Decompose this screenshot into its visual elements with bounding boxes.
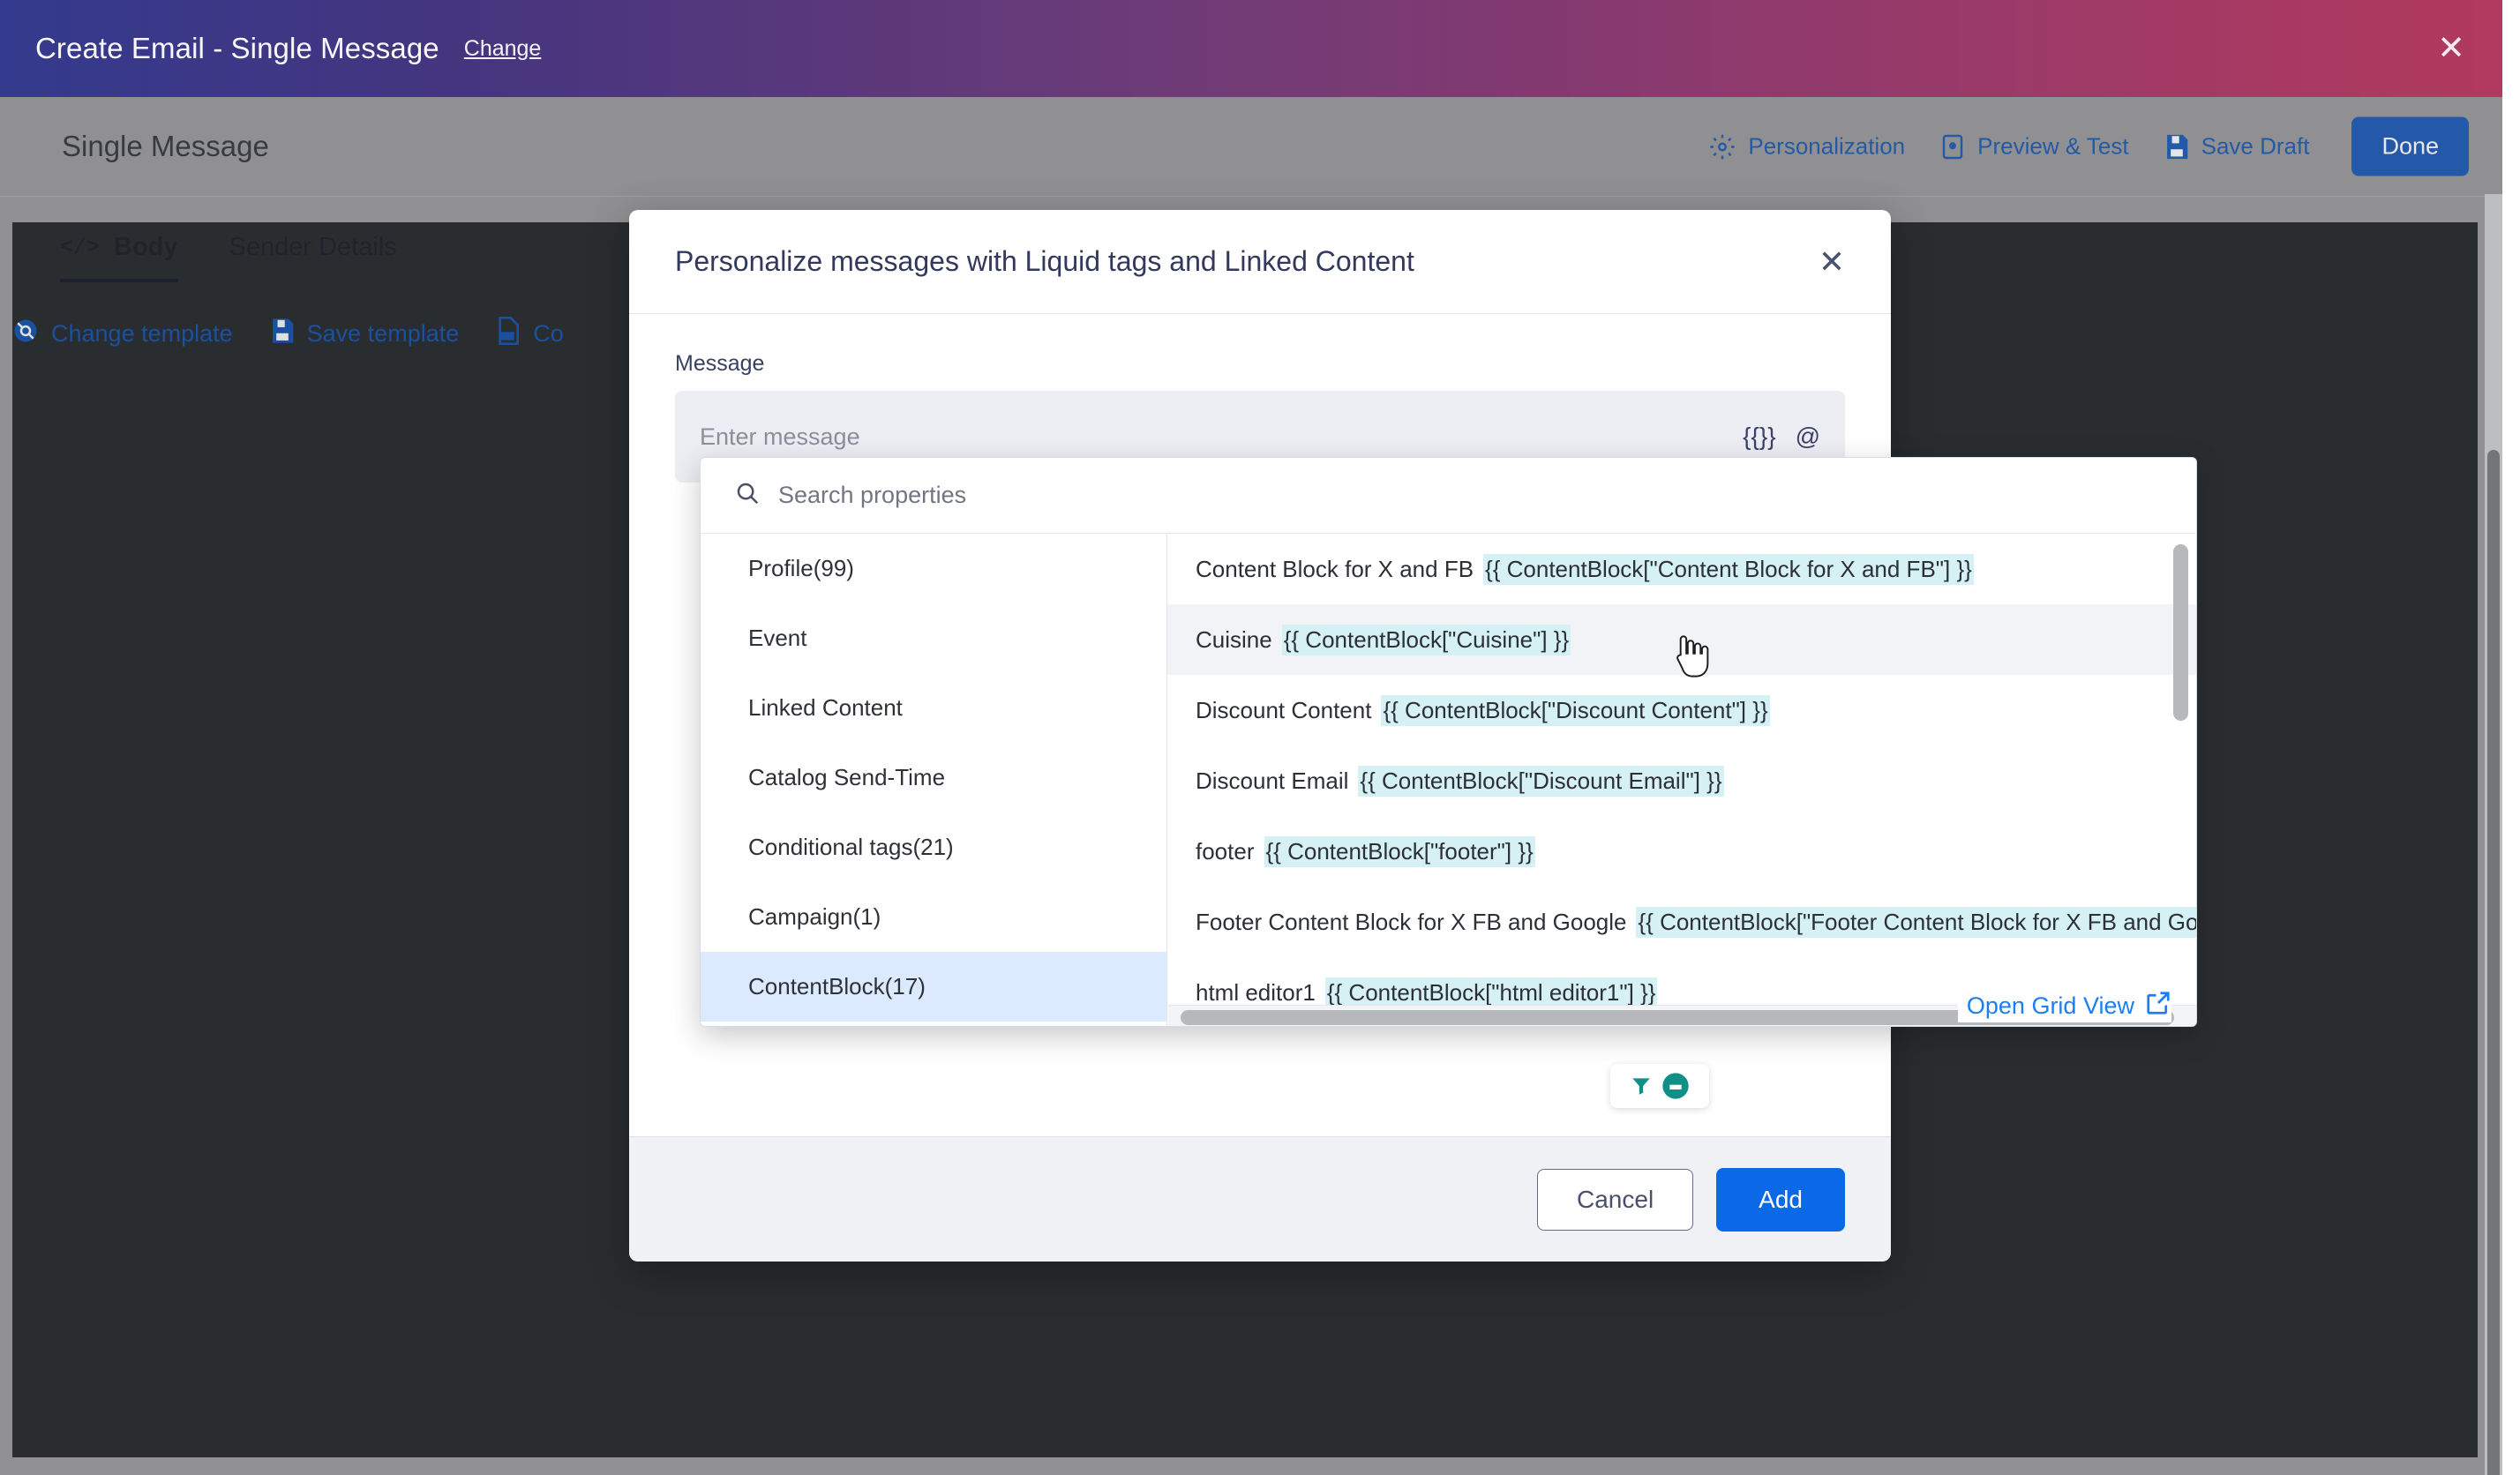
message-label: Message [675,351,765,376]
property-liquid-tag: {{ ContentBlock["Discount Content"] }} [1381,694,1770,726]
category-label: Conditional tags(21) [748,834,954,860]
property-list: Content Block for X and FB {{ ContentBlo… [1167,534,2196,1026]
category-label: Campaign(1) [748,903,881,930]
properties-dropdown: Search properties Profile(99) Event Link… [700,457,2197,1027]
category-item-event[interactable]: Event [701,603,1166,673]
properties-columns: Profile(99) Event Linked Content Catalog… [701,534,2196,1026]
message-placeholder: Enter message [700,423,860,450]
assistant-circle-icon [1662,1073,1689,1099]
modal-header: Personalize messages with Liquid tags an… [629,210,1891,314]
modal-title: Personalize messages with Liquid tags an… [675,245,1414,277]
category-label: Linked Content [748,694,903,721]
liquid-tag-icon[interactable]: {{}} [1743,423,1775,451]
category-list: Profile(99) Event Linked Content Catalog… [701,534,1167,1026]
category-item-contentblock[interactable]: ContentBlock(17) [701,952,1166,1022]
close-icon[interactable]: ✕ [2437,32,2465,65]
property-list-vertical-scrollbar[interactable] [2173,544,2188,721]
list-item[interactable]: Discount Content {{ ContentBlock["Discou… [1167,675,2196,745]
search-icon [734,480,761,511]
add-button[interactable]: Add [1716,1167,1845,1232]
list-item[interactable]: Content Block for X and FB {{ ContentBlo… [1167,534,2196,604]
category-item-linked-content[interactable]: Linked Content [701,673,1166,743]
window-header: Create Email - Single Message Change ✕ [0,0,2502,97]
property-liquid-tag: {{ ContentBlock["Cuisine"] }} [1281,624,1571,655]
property-name: Discount Email [1196,767,1349,794]
list-item[interactable]: Discount Email {{ ContentBlock["Discount… [1167,745,2196,816]
open-grid-view-link[interactable]: Open Grid View [1957,990,2171,1022]
property-name: html editor1 [1196,978,1316,1006]
category-item-conditional-tags[interactable]: Conditional tags(21) [701,812,1166,882]
property-liquid-tag: {{ ContentBlock["Content Block for X and… [1483,553,1974,585]
category-item-catalog-send-time[interactable]: Catalog Send-Time [701,743,1166,812]
app-root: Single Message Personalization Preview &… [0,0,2520,1475]
grammar-assistant-widget[interactable] [1610,1064,1709,1108]
category-label: Event [748,625,807,651]
search-input[interactable]: Search properties [778,482,966,509]
funnel-icon [1632,1078,1650,1095]
property-liquid-tag: {{ ContentBlock["footer"] }} [1264,835,1535,867]
property-liquid-tag: {{ ContentBlock["Discount Email"] }} [1358,765,1724,797]
property-liquid-tag: {{ ContentBlock["Footer Content Block fo… [1636,906,2196,938]
close-icon[interactable]: ✕ [1819,245,1845,278]
category-label: Catalog Send-Time [748,764,946,790]
list-item[interactable]: Footer Content Block for X FB and Google… [1167,887,2196,957]
external-link-icon [2145,990,2171,1022]
property-liquid-tag: {{ ContentBlock["html editor1"] }} [1324,977,1658,1008]
window-title: Create Email - Single Message [35,32,439,64]
property-name: Footer Content Block for X FB and Google [1196,908,1627,935]
cancel-button[interactable]: Cancel [1537,1168,1694,1231]
property-name: Content Block for X and FB [1196,555,1474,582]
list-item[interactable]: Cuisine {{ ContentBlock["Cuisine"] }} [1167,604,2196,675]
list-item[interactable]: footer {{ ContentBlock["footer"] }} [1167,816,2196,887]
search-properties-row[interactable]: Search properties [701,458,2196,534]
category-item-campaign[interactable]: Campaign(1) [701,882,1166,952]
at-mention-icon[interactable]: @ [1796,423,1820,451]
property-name: Cuisine [1196,625,1272,653]
category-label: Profile(99) [748,555,854,581]
property-name: footer [1196,837,1255,865]
category-item-profile[interactable]: Profile(99) [701,534,1166,603]
open-grid-view-label: Open Grid View [1966,992,2134,1019]
property-name: Discount Content [1196,696,1372,723]
category-label: ContentBlock(17) [748,973,926,1000]
modal-footer: Cancel Add [629,1136,1891,1262]
change-link[interactable]: Change [464,36,542,62]
